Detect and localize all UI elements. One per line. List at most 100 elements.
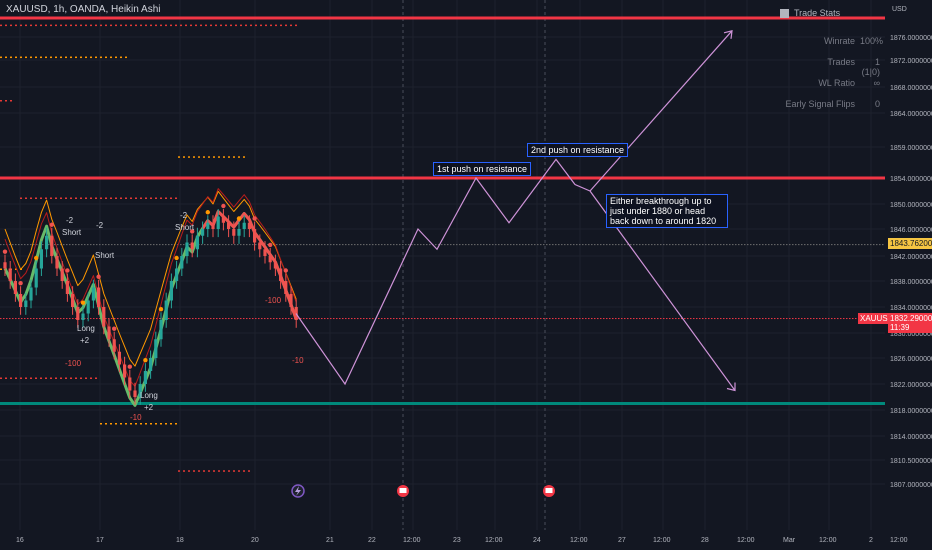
yellow-level-dot xyxy=(678,244,680,246)
current-price-dot xyxy=(405,318,407,320)
flag-glyph xyxy=(399,488,407,493)
yellow-level-dot xyxy=(864,244,866,246)
signal-dot xyxy=(20,377,22,379)
current-price-dot xyxy=(621,318,623,320)
signal-dot xyxy=(130,24,132,27)
yellow-level-dot xyxy=(489,244,491,246)
candle-body xyxy=(268,256,272,263)
yellow-level-dot xyxy=(540,244,542,246)
signal-dot xyxy=(80,24,82,27)
current-price-dot xyxy=(780,318,782,320)
signal-dot xyxy=(25,377,27,379)
current-price-dot xyxy=(336,318,338,320)
candle-body xyxy=(227,222,231,229)
current-price-dot xyxy=(435,318,437,320)
current-price-dot xyxy=(246,318,248,320)
checkbox-icon[interactable] xyxy=(780,8,789,18)
yellow-level-dot xyxy=(456,244,458,246)
signal-dot xyxy=(135,197,137,199)
signal-marker xyxy=(2,249,8,254)
y-tick-label: 1834.0000000 xyxy=(890,305,932,312)
current-price-dot xyxy=(270,318,272,320)
signal-label: -2 xyxy=(96,221,104,230)
current-price-dot xyxy=(324,318,326,320)
yellow-level-dot xyxy=(816,244,818,246)
x-tick-label: 18 xyxy=(176,537,184,544)
yellow-level-dot xyxy=(318,244,320,246)
signal-dot xyxy=(165,423,167,425)
signal-marker xyxy=(112,326,117,331)
current-price-dot xyxy=(525,318,527,320)
signal-marker xyxy=(205,210,210,215)
signal-marker xyxy=(34,255,39,261)
current-price-dot xyxy=(249,318,251,320)
current-price-dot xyxy=(204,318,206,320)
signal-marker xyxy=(49,222,54,227)
candle-body xyxy=(128,377,132,391)
current-price-dot xyxy=(723,318,725,320)
signal-dot xyxy=(100,423,102,425)
signal-dot xyxy=(75,377,77,379)
signal-dot xyxy=(198,470,200,472)
candle-body xyxy=(133,390,137,397)
signal-dot xyxy=(60,56,62,59)
signal-marker xyxy=(268,242,273,248)
signal-dot xyxy=(30,24,32,27)
yellow-level-dot xyxy=(129,244,131,246)
yellow-level-dot xyxy=(363,244,365,246)
current-price-dot xyxy=(309,318,311,320)
yellow-level-dot xyxy=(600,244,602,246)
yellow-level-dot xyxy=(675,244,677,246)
current-price-dot xyxy=(93,318,95,320)
trade-stats-title: Trade Stats xyxy=(794,8,841,18)
current-price-dot xyxy=(633,318,635,320)
yellow-level-dot xyxy=(618,244,620,246)
current-price-dot xyxy=(609,318,611,320)
current-price-dot xyxy=(0,318,2,320)
yellow-level-dot xyxy=(3,244,5,246)
yellow-level-dot xyxy=(42,244,44,246)
current-price-dot xyxy=(807,318,809,320)
candle-body xyxy=(289,294,293,307)
signal-dot xyxy=(55,197,57,199)
yellow-level-dot xyxy=(366,244,368,246)
current-price-dot xyxy=(852,318,854,320)
yellow-level-dot xyxy=(552,244,554,246)
current-price-dot xyxy=(267,318,269,320)
candle-body xyxy=(190,242,194,250)
current-price-dot xyxy=(657,318,659,320)
yellow-level-dot xyxy=(144,244,146,246)
signal-label: Short xyxy=(95,251,115,260)
yellow-level-dot xyxy=(162,244,164,246)
yellow-level-dot xyxy=(579,244,581,246)
signal-dot xyxy=(175,197,177,199)
current-price-dot xyxy=(744,318,746,320)
candle-body xyxy=(76,307,80,320)
yellow-level-dot xyxy=(840,244,842,246)
candle-body xyxy=(29,287,33,301)
yellow-level-dot xyxy=(48,244,50,246)
yellow-level-dot xyxy=(183,244,185,246)
yellow-level-dot xyxy=(153,244,155,246)
annotation-first-push[interactable]: 1st push on resistance xyxy=(433,162,532,176)
signal-dot xyxy=(280,24,282,27)
yellow-level-dot xyxy=(255,244,257,246)
current-price-dot xyxy=(510,318,512,320)
yellow-level-dot xyxy=(792,244,794,246)
signal-dot xyxy=(105,197,107,199)
signal-dot xyxy=(0,100,2,102)
annotation-second-push[interactable]: 2nd push on resistance xyxy=(527,143,629,157)
yellow-level-dot xyxy=(279,244,281,246)
x-tick-label: 22 xyxy=(368,537,376,544)
yellow-level-dot xyxy=(405,244,407,246)
annotation-scenario[interactable]: Either breakthrough up to just under 188… xyxy=(606,194,728,228)
signal-dot xyxy=(243,156,245,158)
current-price-dot xyxy=(492,318,494,320)
signal-dot xyxy=(285,24,287,27)
yellow-level-dot xyxy=(687,244,689,246)
x-tick-label: 23 xyxy=(453,537,461,544)
yellow-level-dot xyxy=(867,244,869,246)
current-price-dot xyxy=(117,318,119,320)
current-price-dot xyxy=(222,318,224,320)
current-price-dot xyxy=(252,318,254,320)
